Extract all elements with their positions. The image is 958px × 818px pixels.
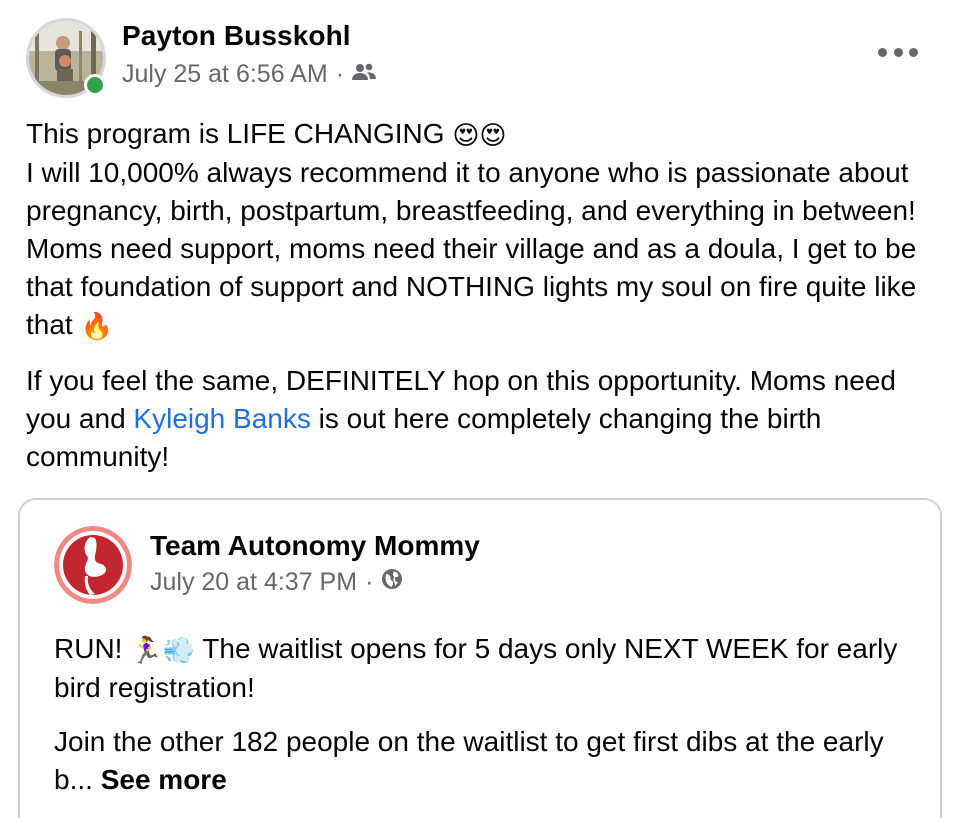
shared-post-timestamp[interactable]: July 20 at 4:37 PM	[150, 568, 357, 597]
author-avatar-wrap[interactable]	[26, 18, 106, 98]
shared-paragraph-1: RUN! 🏃‍♀️💨 The waitlist opens for 5 days…	[54, 630, 924, 707]
heart-eyes-emoji: 😍😍	[452, 120, 507, 150]
page-name[interactable]: Team Autonomy Mommy	[150, 530, 480, 562]
author-name[interactable]: Payton Busskohl	[122, 20, 351, 52]
post-paragraph-1: This program is LIFE CHANGING 😍😍 I will …	[26, 115, 926, 345]
more-options-icon[interactable]	[878, 40, 918, 64]
post-paragraph-2: If you feel the same, DEFINITELY hop on …	[26, 362, 926, 476]
shared-line-1-start: RUN!	[54, 633, 123, 664]
post-meta: July 25 at 6:56 AM ·	[122, 60, 377, 89]
meta-separator: ·	[365, 568, 374, 596]
post-body: This program is LIFE CHANGING 😍😍 I will …	[26, 115, 926, 476]
meta-separator: ·	[335, 60, 345, 88]
shared-paragraph-2: Join the other 182 people on the waitlis…	[54, 723, 924, 799]
post-timestamp[interactable]: July 25 at 6:56 AM	[122, 60, 328, 89]
page-avatar[interactable]	[54, 526, 132, 604]
facebook-post: Payton Busskohl July 25 at 6:56 AM · Thi…	[0, 0, 958, 818]
post-line-2: I will 10,000% always recommend it to an…	[26, 157, 917, 340]
pregnancy-logo-icon	[54, 526, 132, 604]
friends-icon[interactable]	[352, 60, 377, 89]
shared-post-meta: July 20 at 4:37 PM ·	[150, 568, 403, 597]
shared-post-card[interactable]: Team Autonomy Mommy July 20 at 4:37 PM ·…	[18, 498, 942, 818]
post-line-1: This program is LIFE CHANGING	[26, 118, 445, 149]
online-status-dot	[84, 74, 106, 96]
globe-icon[interactable]	[381, 568, 403, 597]
shared-post-text: RUN! 🏃‍♀️💨 The waitlist opens for 5 days…	[54, 630, 924, 799]
see-more-link[interactable]: See more	[101, 764, 227, 795]
fire-emoji: 🔥	[80, 311, 113, 341]
running-woman-emoji: 🏃‍♀️💨	[130, 635, 195, 665]
mention-link[interactable]: Kyleigh Banks	[133, 403, 310, 434]
